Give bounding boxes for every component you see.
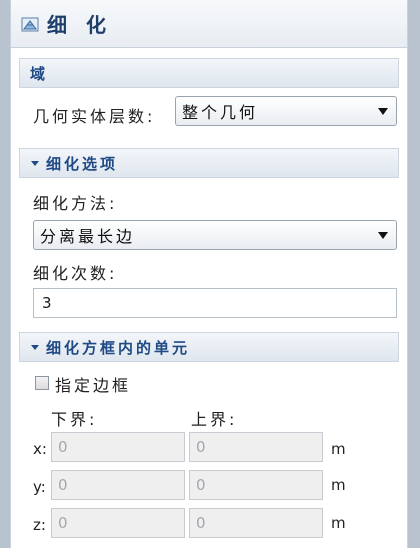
upper-bound-y-input[interactable]: 0 (189, 470, 323, 500)
geometry-level-value: 整个几何 (182, 103, 259, 122)
lower-bound-z-input[interactable]: 0 (51, 508, 185, 538)
section-refine-box-title: 细化方框内的单元 (46, 338, 191, 357)
panel-header: 细 化 (11, 0, 407, 48)
refine-count-label: 细化次数: (33, 264, 118, 283)
section-refine-options-title: 细化选项 (46, 154, 119, 173)
upper-bound-x-input[interactable]: 0 (189, 432, 323, 462)
chevron-down-icon (378, 232, 388, 239)
specify-bounds-label: 指定边框 (55, 376, 132, 395)
section-refine-box[interactable]: 细化方框内的单元 (19, 332, 399, 362)
collapse-triangle-icon (31, 345, 39, 350)
section-domain-title: 域 (30, 64, 49, 83)
geometry-level-label: 几何实体层数: (33, 107, 156, 126)
page-title: 细 化 (47, 13, 112, 37)
geometry-level-select[interactable]: 整个几何 (175, 96, 397, 126)
specify-bounds-checkbox[interactable] (35, 376, 49, 390)
upper-bound-z-input[interactable]: 0 (189, 508, 323, 538)
axis-label-y: y: (33, 478, 46, 496)
refine-method-select[interactable]: 分离最长边 (33, 220, 397, 250)
lower-bound-x-input[interactable]: 0 (51, 432, 185, 462)
refine-count-input[interactable]: 3 (33, 288, 397, 318)
refine-method-value: 分离最长边 (40, 227, 136, 246)
unit-z: m (331, 514, 346, 532)
lower-bound-header: 下界: (51, 410, 98, 429)
unit-x: m (331, 440, 346, 458)
refine-method-label: 细化方法: (33, 194, 118, 213)
collapse-triangle-icon (31, 161, 39, 166)
axis-label-z: z: (33, 516, 46, 534)
axis-label-x: x: (33, 440, 47, 458)
section-domain: 域 (19, 58, 399, 88)
refine-settings-panel: 细 化 域 几何实体层数: 整个几何 细化选项 细化方法: 分离最长边 细化次数… (10, 0, 408, 548)
section-refine-options[interactable]: 细化选项 (19, 148, 399, 178)
chevron-down-icon (378, 108, 388, 115)
lower-bound-y-input[interactable]: 0 (51, 470, 185, 500)
refine-node-icon (21, 16, 39, 32)
unit-y: m (331, 476, 346, 494)
upper-bound-header: 上界: (191, 410, 238, 429)
